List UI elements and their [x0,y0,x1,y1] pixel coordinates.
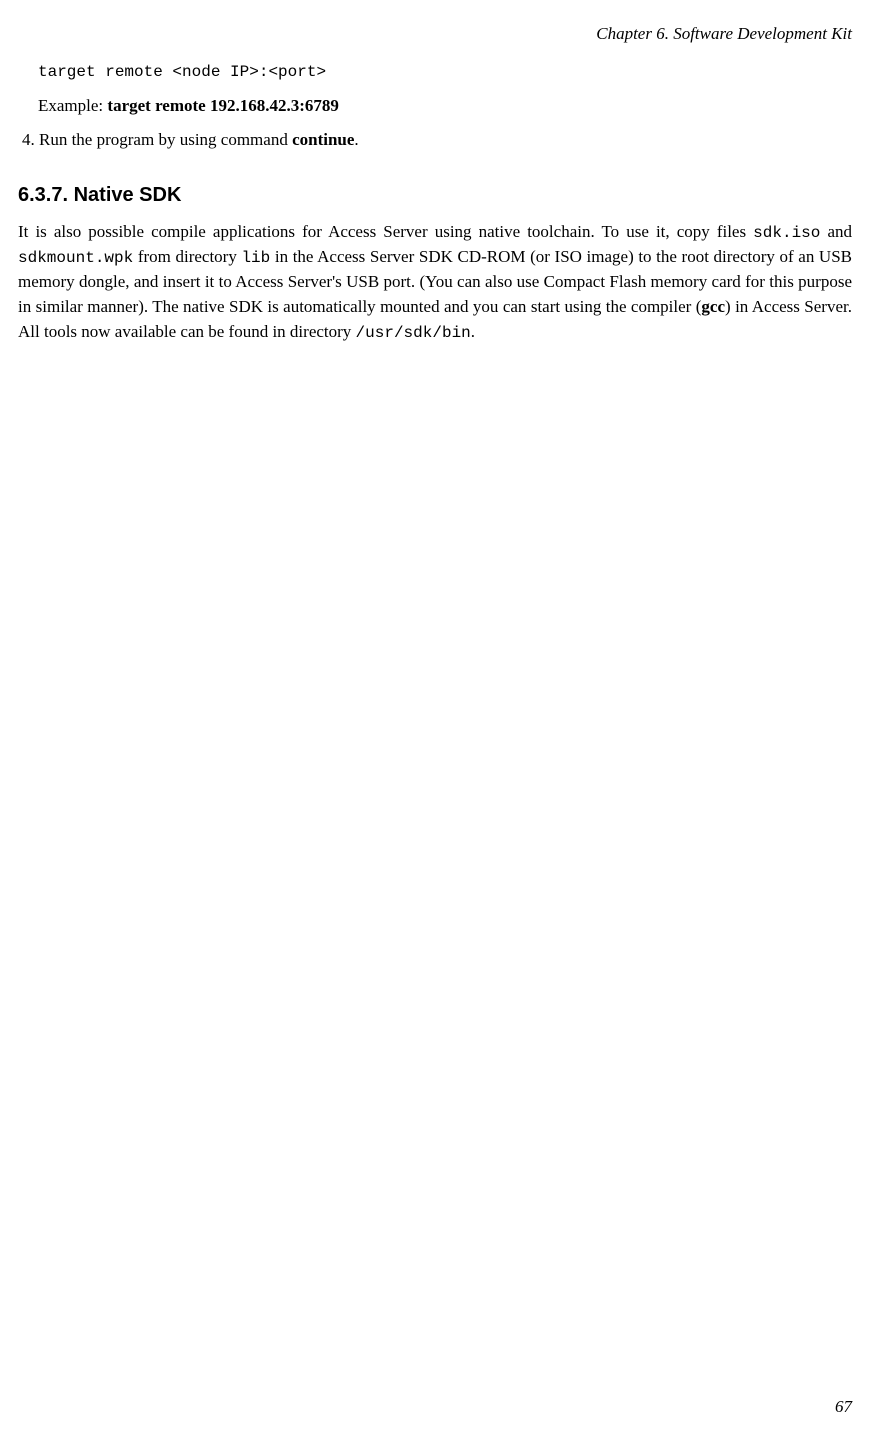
example-label: Example: [38,96,107,115]
para-c1: sdk.iso [753,224,820,242]
para-b1: gcc [701,297,725,316]
step4-prefix: 4. Run the program by using command [22,130,292,149]
example-line: Example: target remote 192.168.42.3:6789 [38,94,852,119]
page-number: 67 [835,1395,852,1420]
code-command: target remote <node IP>:<port> [38,61,852,84]
para-t1: It is also possible compile applications… [18,222,753,241]
para-c3: lib [241,249,270,267]
chapter-header: Chapter 6. Software Development Kit [18,22,852,47]
section-heading: 6.3.7. Native SDK [18,181,852,210]
para-t2: and [820,222,852,241]
para-c2: sdkmount.wpk [18,249,133,267]
example-value: target remote 192.168.42.3:6789 [107,96,338,115]
body-paragraph: It is also possible compile applications… [18,220,852,345]
step-4: 4. Run the program by using command cont… [22,128,852,153]
para-c4: /usr/sdk/bin [356,324,471,342]
para-t3: from directory [133,247,241,266]
step4-command: continue [292,130,354,149]
para-t6: . [471,322,475,341]
step4-suffix: . [354,130,358,149]
